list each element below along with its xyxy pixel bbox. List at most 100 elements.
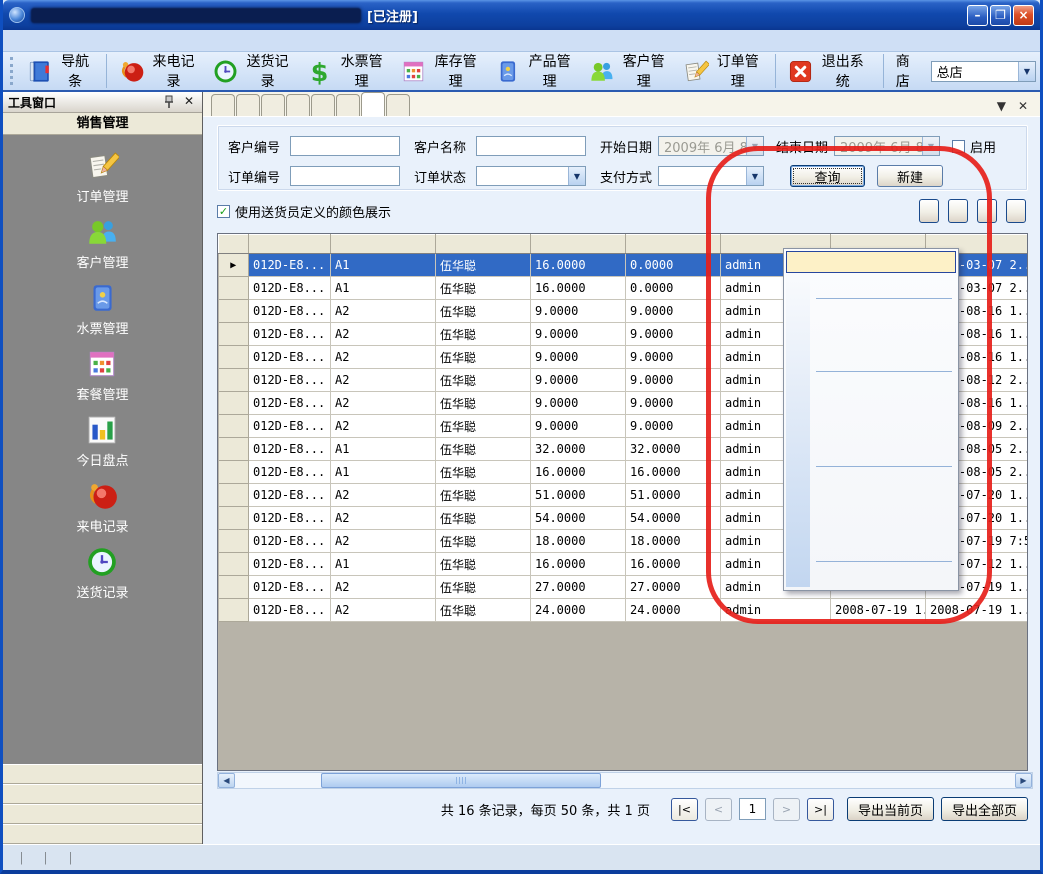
tab-close-icon[interactable]: ✕ — [1018, 100, 1028, 112]
toolbar-button[interactable]: 产品管理 — [488, 54, 582, 88]
grid-column-header[interactable] — [331, 235, 436, 254]
context-menu-item[interactable] — [786, 470, 956, 492]
export-all-pages-button[interactable]: 导出全部页 — [941, 797, 1028, 821]
chevron-down-icon[interactable]: ▼ — [1018, 62, 1035, 81]
order-status-select[interactable]: ▼ — [476, 166, 586, 186]
sidebar-group-header[interactable]: 销售管理 — [3, 113, 202, 135]
toolbar-button[interactable]: 送货记录 — [206, 54, 300, 88]
context-menu-item[interactable] — [786, 302, 956, 324]
tab[interactable] — [236, 94, 260, 116]
export-current-page-button[interactable]: 导出当前页 — [847, 797, 934, 821]
tab[interactable] — [261, 94, 285, 116]
customer-name-input[interactable] — [476, 136, 586, 156]
grid-column-header[interactable] — [626, 235, 721, 254]
sidebar-item[interactable]: 送货记录 — [76, 545, 128, 601]
order-status-filter-button[interactable] — [948, 199, 968, 223]
query-button[interactable]: 查询 — [790, 165, 865, 187]
menu-item[interactable] — [77, 39, 97, 43]
row-selector[interactable] — [219, 369, 249, 392]
context-menu-item[interactable] — [786, 441, 956, 463]
sidebar-item[interactable]: 来电记录 — [76, 479, 128, 535]
row-selector[interactable] — [219, 415, 249, 438]
sidebar-category[interactable] — [3, 784, 202, 804]
order-status-filter-button[interactable] — [977, 199, 997, 223]
row-selector[interactable] — [219, 346, 249, 369]
grid-column-header[interactable] — [436, 235, 531, 254]
prev-page-button[interactable]: < — [705, 798, 732, 821]
toolbar-button[interactable]: 退出系统 — [775, 54, 875, 88]
toolbar-button[interactable]: 库存管理 — [394, 54, 488, 88]
sidebar-category[interactable] — [3, 764, 202, 784]
row-selector[interactable] — [219, 461, 249, 484]
scroll-right-icon[interactable]: ▶ — [1015, 773, 1032, 788]
context-menu-item[interactable] — [786, 536, 956, 558]
context-menu-item[interactable] — [786, 419, 956, 441]
sidebar-item[interactable]: 水票管理 — [76, 281, 128, 337]
row-selector[interactable] — [219, 323, 249, 346]
scroll-left-icon[interactable]: ◀ — [218, 773, 235, 788]
horizontal-scrollbar[interactable]: ◀ ▶ — [217, 772, 1033, 789]
close-button[interactable]: × — [1013, 5, 1034, 26]
table-row[interactable]: 012D-E8... A2 伍华聪 24.0000 24.0000 admin … — [219, 599, 1029, 622]
next-page-button[interactable]: > — [773, 798, 800, 821]
context-menu-item[interactable] — [786, 324, 956, 346]
order-status-filter-button[interactable] — [919, 199, 939, 223]
toolbar-button[interactable]: 导航条 — [20, 54, 101, 88]
menu-item[interactable] — [11, 39, 31, 43]
first-page-button[interactable]: |< — [671, 798, 698, 821]
tab[interactable] — [211, 94, 235, 116]
row-selector[interactable] — [219, 484, 249, 507]
row-selector[interactable]: ▶ — [219, 254, 249, 277]
menu-item[interactable] — [143, 39, 163, 43]
maximize-button[interactable]: ❐ — [990, 5, 1011, 26]
toolbar-button[interactable]: 来电记录 — [106, 54, 206, 88]
toolbar-button[interactable]: 客户管理 — [582, 54, 676, 88]
enable-checkbox[interactable] — [952, 140, 965, 153]
tab[interactable] — [311, 94, 335, 116]
last-page-button[interactable]: >| — [807, 798, 834, 821]
menu-item[interactable] — [55, 39, 75, 43]
tab[interactable] — [386, 94, 410, 116]
row-selector[interactable] — [219, 507, 249, 530]
row-selector[interactable] — [219, 438, 249, 461]
minimize-button[interactable]: – — [967, 5, 988, 26]
row-selector[interactable] — [219, 576, 249, 599]
sidebar-item[interactable]: 套餐管理 — [76, 347, 128, 403]
payment-select[interactable]: ▼ — [658, 166, 764, 186]
menu-item[interactable] — [121, 39, 141, 43]
shop-select[interactable]: 总店 ▼ — [931, 61, 1036, 82]
delivery-color-checkbox[interactable]: ✓ — [217, 205, 230, 218]
chevron-down-icon[interactable]: ▼ — [922, 137, 939, 155]
sidebar-item[interactable]: 今日盘点 — [76, 413, 128, 469]
toolbar-grip[interactable] — [10, 57, 17, 85]
grid-column-header[interactable] — [219, 235, 249, 254]
tab[interactable] — [336, 94, 360, 116]
close-icon[interactable]: ✕ — [181, 94, 197, 110]
grid-column-header[interactable] — [249, 235, 331, 254]
toolbar-button[interactable]: 订单管理 — [676, 54, 770, 88]
sidebar-category[interactable] — [3, 804, 202, 824]
chevron-down-icon[interactable]: ▼ — [568, 167, 585, 185]
tab-list-dropdown-icon[interactable]: ▼ — [997, 100, 1006, 112]
row-selector[interactable] — [219, 277, 249, 300]
chevron-down-icon[interactable]: ▼ — [746, 167, 763, 185]
grid-column-header[interactable] — [531, 235, 626, 254]
context-menu-item[interactable] — [786, 273, 956, 295]
tab[interactable] — [361, 92, 385, 116]
row-selector[interactable] — [219, 530, 249, 553]
menu-item[interactable] — [99, 39, 119, 43]
new-button[interactable]: 新建 — [877, 165, 943, 187]
row-selector[interactable] — [219, 392, 249, 415]
context-menu-item[interactable] — [786, 346, 956, 368]
tab[interactable] — [286, 94, 310, 116]
row-selector[interactable] — [219, 300, 249, 323]
order-no-input[interactable] — [290, 166, 400, 186]
sidebar-category[interactable] — [3, 824, 202, 844]
context-menu-item[interactable] — [786, 397, 956, 419]
end-date-picker[interactable]: 2009年 6月 8日 ▼ — [834, 136, 940, 156]
page-number-input[interactable] — [739, 798, 766, 820]
row-selector[interactable] — [219, 599, 249, 622]
context-menu-item[interactable] — [786, 375, 956, 397]
context-menu-item[interactable] — [786, 492, 956, 514]
toolbar-button[interactable]: 水票管理 — [300, 54, 394, 88]
